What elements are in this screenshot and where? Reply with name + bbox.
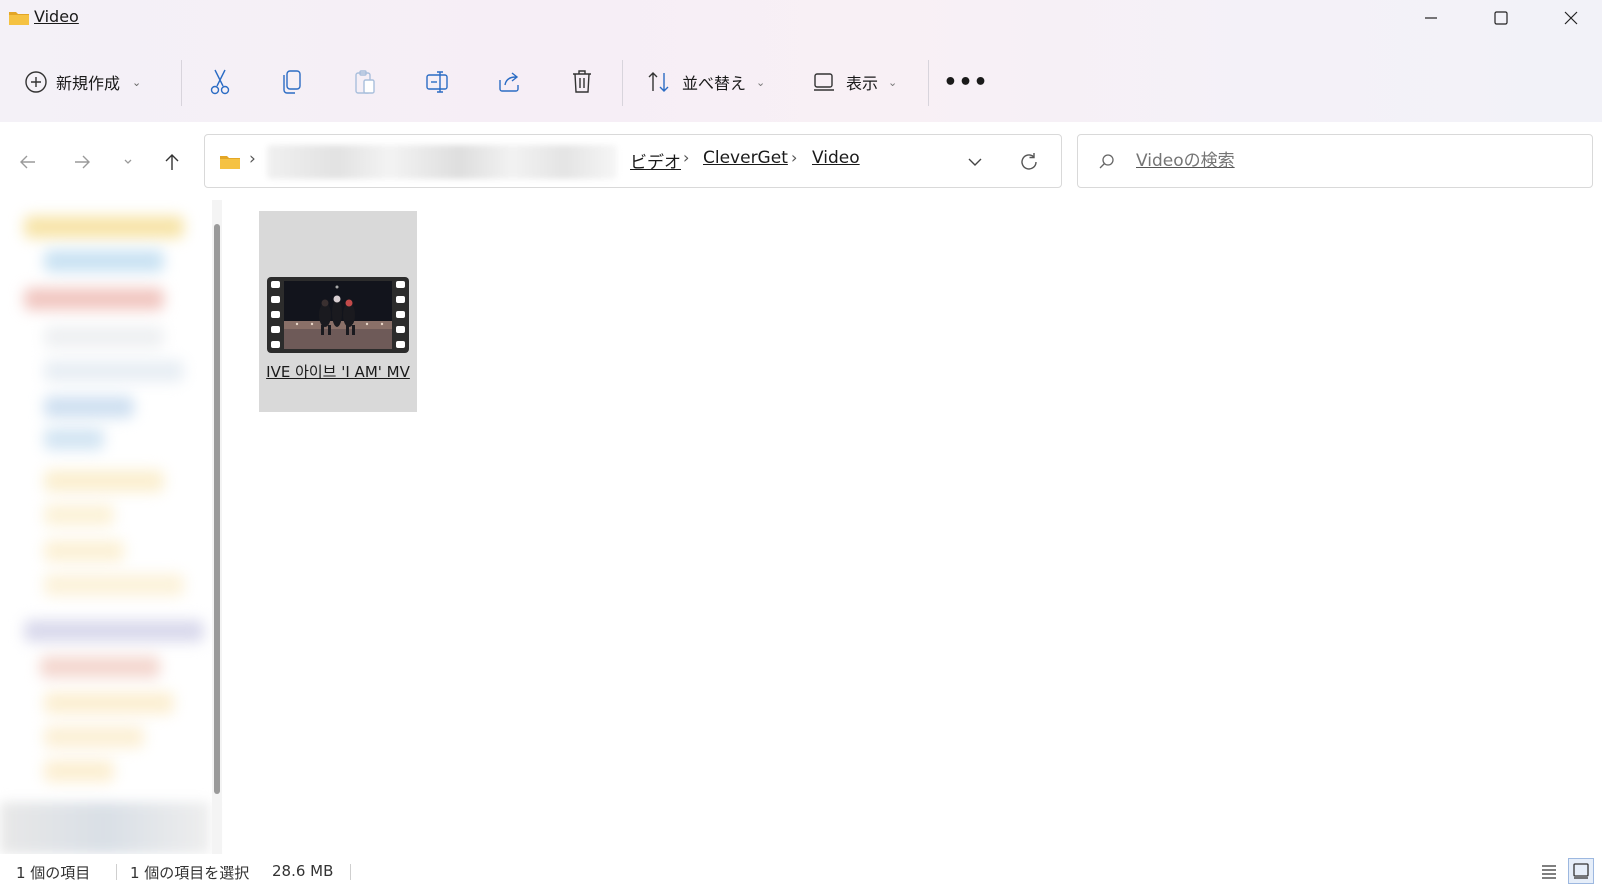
delete-icon <box>573 70 591 93</box>
sort-button[interactable]: 並べ替え ⌄ <box>646 68 765 96</box>
search-icon <box>1099 154 1114 169</box>
view-button[interactable]: 表示 ⌄ <box>812 68 897 96</box>
cut-icon <box>210 69 230 95</box>
new-button-label: 新規作成 <box>56 74 121 93</box>
navigation-pane <box>0 200 230 854</box>
selection-size-text: 28.6 MB <box>272 862 334 880</box>
sidebar-scrollbar-thumb[interactable] <box>214 224 220 794</box>
breadcrumb-separator: › <box>249 149 256 169</box>
paste-button[interactable] <box>349 68 381 96</box>
toolbar-divider <box>181 60 182 106</box>
sidebar-item-blurred[interactable] <box>44 326 164 348</box>
sidebar-item-blurred[interactable] <box>44 574 184 596</box>
breadcrumb-item-video[interactable]: Video <box>812 148 860 168</box>
rename-icon <box>426 71 448 93</box>
folder-icon <box>220 156 240 169</box>
sidebar-item-blurred[interactable] <box>44 504 114 526</box>
sidebar-item-blurred[interactable] <box>40 656 160 678</box>
share-icon <box>499 72 519 92</box>
navigation-bar: › ビデオ › CleverGet › Video <box>0 122 1602 200</box>
address-bar[interactable]: › ビデオ › CleverGet › Video <box>204 134 1062 188</box>
view-button-label: 表示 <box>846 74 879 93</box>
view-icon <box>814 73 834 91</box>
large-icons-view-button[interactable] <box>1568 858 1594 884</box>
sidebar-item-blurred[interactable] <box>0 802 210 854</box>
cut-button[interactable] <box>204 68 236 96</box>
file-list-area[interactable]: IVE 아이브 'I AM' MV <box>232 200 1602 854</box>
sidebar-item-blurred[interactable] <box>44 540 124 562</box>
toolbar-divider <box>928 60 929 106</box>
large-icons-view-icon <box>1573 863 1589 879</box>
minimize-button[interactable] <box>1396 0 1466 36</box>
recent-locations-button[interactable] <box>114 148 142 176</box>
minimize-icon <box>1425 17 1437 19</box>
chevron-down-icon: ⌄ <box>888 75 898 89</box>
forward-button[interactable] <box>68 148 96 176</box>
toolbar-divider <box>622 60 623 106</box>
sidebar-item-blurred[interactable] <box>44 760 114 782</box>
video-thumbnail <box>267 277 409 353</box>
sidebar-item-blurred[interactable] <box>44 726 144 748</box>
breadcrumb-item-videos[interactable]: ビデオ <box>630 148 681 173</box>
status-divider <box>350 864 351 880</box>
selection-text: 1 個の項目を選択 <box>130 864 250 882</box>
refresh-button[interactable] <box>1015 149 1043 175</box>
folder-icon <box>9 12 29 25</box>
maximize-icon <box>1494 11 1508 25</box>
copy-button[interactable] <box>276 68 308 96</box>
rename-button[interactable] <box>422 68 454 96</box>
status-divider <box>116 864 117 880</box>
sort-button-label: 並べ替え <box>682 74 747 93</box>
close-button[interactable] <box>1536 0 1602 36</box>
title-bar: Video <box>0 0 1602 36</box>
address-dropdown-button[interactable] <box>961 149 989 175</box>
breadcrumb-separator: › <box>791 148 798 167</box>
back-button[interactable] <box>14 148 42 176</box>
more-options-button[interactable]: ••• <box>943 68 987 96</box>
arrow-up-icon <box>165 154 179 170</box>
sidebar-item-blurred[interactable] <box>44 428 104 450</box>
plus-circle-icon <box>25 71 47 93</box>
blurred-path <box>267 145 617 179</box>
search-box[interactable] <box>1077 134 1593 188</box>
chevron-down-icon: ⌄ <box>756 75 766 89</box>
command-bar: 新規作成 ⌄ 並べ替え ⌄ 表示 ⌄ ••• <box>0 56 1602 108</box>
window-title: Video <box>34 7 79 26</box>
title-toolbar-region: Video 新規作成 ⌄ 並べ替え ⌄ 表示 ⌄ ••• <box>0 0 1602 122</box>
sidebar-item-blurred[interactable] <box>44 692 174 714</box>
refresh-icon <box>1021 153 1037 170</box>
arrow-right-icon <box>75 155 90 169</box>
close-icon <box>1564 11 1578 25</box>
breadcrumb-item-cleverget[interactable]: CleverGet <box>703 148 788 168</box>
new-button[interactable]: 新規作成 ⌄ <box>24 68 141 96</box>
sidebar-item-blurred[interactable] <box>44 470 164 492</box>
item-count-text: 1 個の項目 <box>16 864 91 882</box>
chevron-down-icon <box>968 158 982 166</box>
sidebar-item-blurred[interactable] <box>24 288 164 310</box>
paste-icon <box>355 70 375 94</box>
sidebar-item-blurred[interactable] <box>44 360 184 382</box>
file-item-video[interactable]: IVE 아이브 'I AM' MV <box>259 211 417 412</box>
sort-icon <box>648 72 669 92</box>
arrow-left-icon <box>20 155 35 169</box>
details-view-button[interactable] <box>1536 858 1562 884</box>
breadcrumb-separator: › <box>683 148 690 167</box>
sidebar-item-blurred[interactable] <box>24 620 204 642</box>
file-name-label: IVE 아이브 'I AM' MV <box>266 363 410 381</box>
search-input[interactable] <box>1136 147 1576 175</box>
maximize-button[interactable] <box>1466 0 1536 36</box>
sidebar-item-blurred[interactable] <box>44 250 164 272</box>
copy-icon <box>283 70 301 94</box>
chevron-down-icon <box>124 159 132 164</box>
details-view-icon <box>1542 865 1556 879</box>
sidebar-item-blurred[interactable] <box>44 396 134 418</box>
chevron-down-icon: ⌄ <box>132 75 142 89</box>
delete-button[interactable] <box>566 68 598 96</box>
up-button[interactable] <box>158 148 186 176</box>
sidebar-item-blurred[interactable] <box>24 216 184 238</box>
share-button[interactable] <box>494 68 526 96</box>
status-bar: 1 個の項目 1 個の項目を選択 28.6 MB <box>0 858 1602 884</box>
